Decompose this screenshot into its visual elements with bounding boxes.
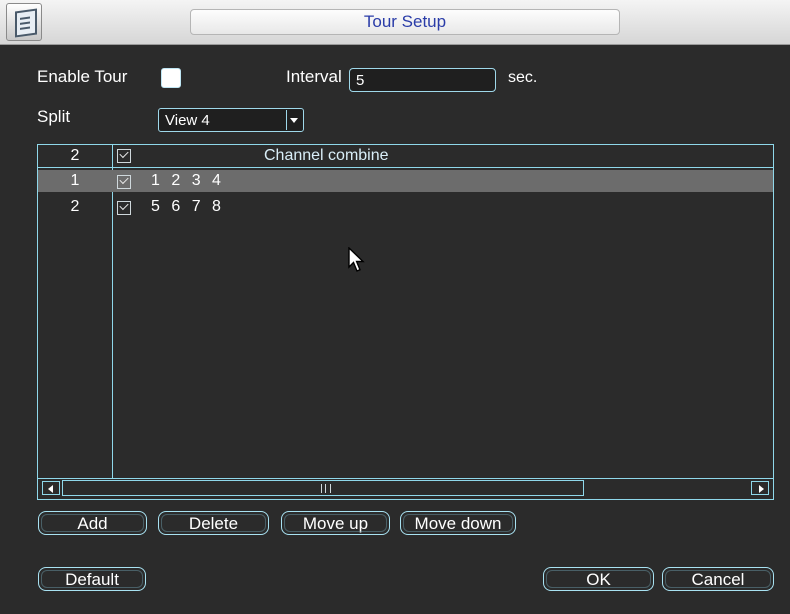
enable-tour-label: Enable Tour (37, 67, 128, 86)
add-button[interactable]: Add (38, 511, 147, 535)
cancel-button[interactable]: Cancel (662, 567, 774, 591)
delete-button[interactable]: Delete (158, 511, 269, 535)
row-checkbox[interactable] (117, 201, 131, 215)
header-channel-combine: Channel combine (264, 147, 389, 164)
ok-button[interactable]: OK (543, 567, 654, 591)
header-count: 2 (70, 147, 80, 164)
window-title: Tour Setup (190, 9, 620, 35)
grip-icon (321, 484, 331, 493)
title-bar: Tour Setup (0, 0, 790, 45)
table-header: 2 Channel combine (38, 145, 773, 168)
mouse-cursor-icon (348, 247, 365, 272)
row-channels: 1 2 3 4 (151, 172, 221, 189)
split-label: Split (37, 107, 71, 126)
row-number: 1 (70, 172, 80, 189)
split-select-value: View 4 (165, 112, 210, 129)
interval-input[interactable]: 5 (349, 68, 496, 92)
app-icon (6, 3, 42, 41)
row-number: 2 (70, 198, 80, 215)
dropdown-arrow-icon[interactable] (286, 110, 302, 130)
move-down-button[interactable]: Move down (400, 511, 516, 535)
row-channels: 5 6 7 8 (151, 198, 221, 215)
scrollbar-thumb[interactable] (62, 480, 584, 496)
move-up-button[interactable]: Move up (281, 511, 390, 535)
table-row[interactable]: 2 5 6 7 8 (38, 196, 773, 218)
channel-combine-table: 2 Channel combine 1 1 2 3 4 2 5 6 7 8 (37, 144, 774, 500)
select-all-checkbox[interactable] (117, 149, 131, 163)
enable-tour-checkbox[interactable] (161, 68, 181, 88)
interval-unit: sec. (508, 69, 538, 86)
default-button[interactable]: Default (38, 567, 146, 591)
split-select[interactable]: View 4 (158, 108, 304, 132)
row-checkbox[interactable] (117, 175, 131, 189)
interval-label: Interval (286, 67, 342, 86)
horizontal-scrollbar[interactable] (38, 478, 773, 499)
scroll-left-icon[interactable] (42, 481, 60, 495)
table-row[interactable]: 1 1 2 3 4 (38, 170, 773, 192)
scroll-right-icon[interactable] (751, 481, 769, 495)
